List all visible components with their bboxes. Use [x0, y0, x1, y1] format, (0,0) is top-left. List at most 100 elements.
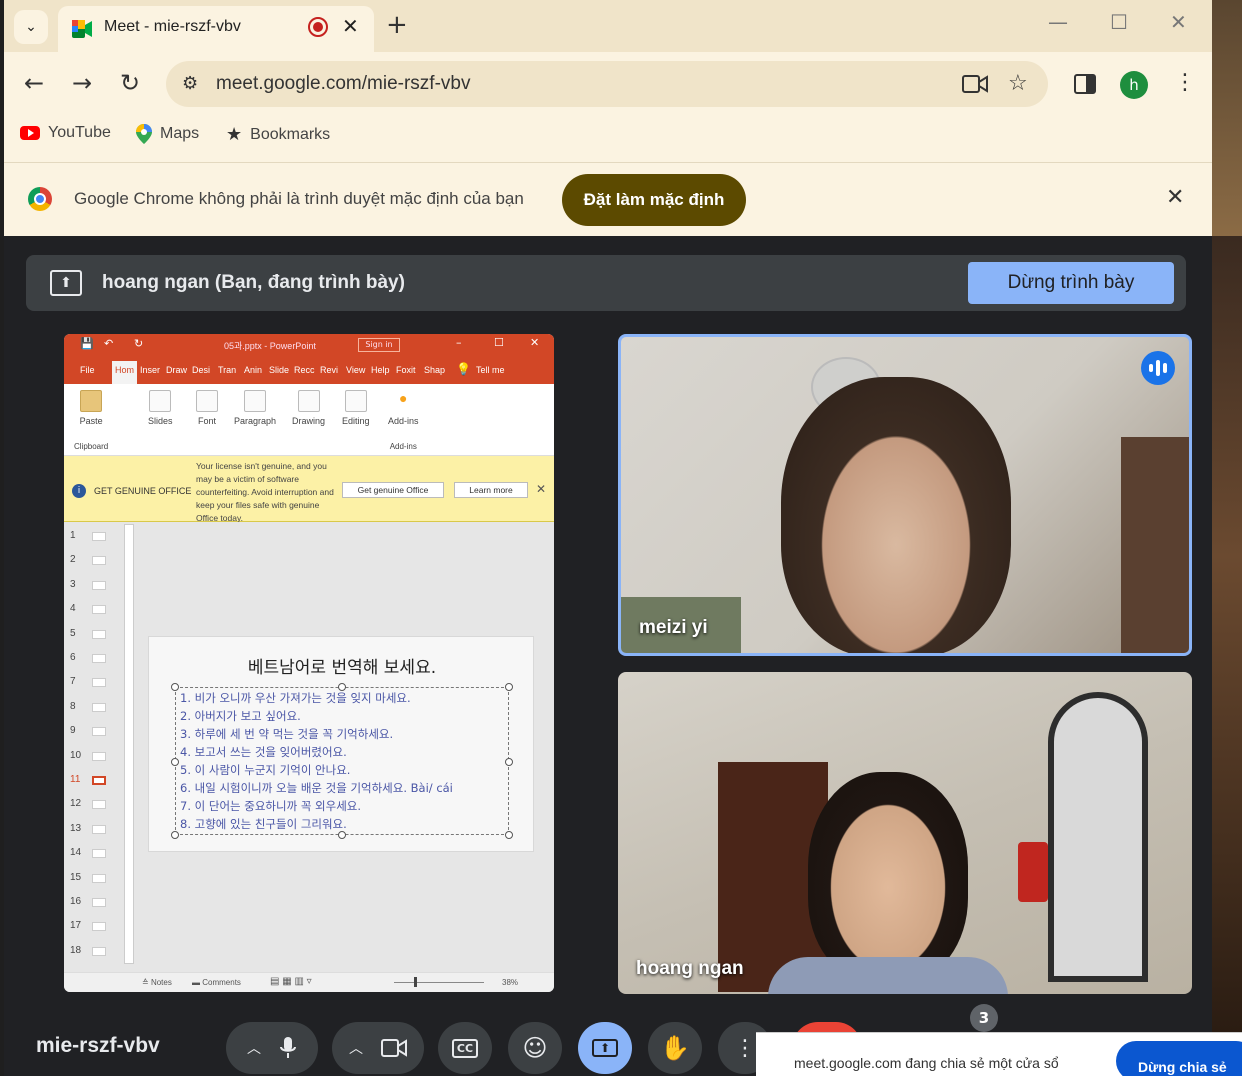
zoom-level: 38% [502, 978, 519, 987]
slide-thumbnail-preview [92, 605, 106, 615]
minimize-icon[interactable]: — [1048, 10, 1068, 34]
close-tab-icon[interactable]: ✕ [342, 14, 359, 38]
bookmark-youtube[interactable]: YouTube [20, 124, 111, 142]
get-genuine-button: Get genuine Office [342, 482, 444, 498]
presenting-text: hoang ngan (Bạn, đang trình bày) [102, 272, 405, 293]
add-ins-icon: ● [399, 390, 408, 406]
new-tab-button[interactable]: + [386, 10, 408, 40]
door [1121, 437, 1189, 653]
slide-text-line: 4. 보고서 쓰는 것을 잊어버렸어요. [180, 745, 347, 759]
star-icon: ★ [226, 124, 243, 144]
slide-thumbnail-preview [92, 751, 106, 761]
drawing-icon [297, 390, 320, 412]
ppt-ribbon-tabs: File Hom Inser Draw Desi Tran Anin Slide… [64, 356, 554, 384]
slide-number: 18 [70, 944, 82, 956]
slide-text-line: 1. 비가 오니까 우산 가져가는 것을 잊지 마세요. [180, 691, 411, 705]
slide-text-line: 2. 아버지가 보고 싶어요. [180, 709, 301, 723]
close-infobar-icon[interactable]: ✕ [1166, 185, 1184, 210]
microphone-control[interactable]: ︿ [226, 1022, 318, 1074]
slide-number: 14 [70, 847, 82, 859]
ppt-tab: Tran [218, 365, 237, 375]
slide-textbox: 1. 비가 오니까 우산 가져가는 것을 잊지 마세요. 2. 아버지가 보고 싶… [171, 683, 513, 839]
paste-icon [80, 390, 103, 412]
bookmark-folder[interactable]: ★ Bookmarks [226, 124, 330, 145]
toolbar: ← → ↻ ⚙ meet.google.com/mie-rszf-vbv ☆ h… [4, 52, 1212, 114]
ppt-title-bar: 💾 ↶ ↻ 05과.pptx - PowerPoint Sign in – ☐ … [64, 334, 554, 356]
font-icon [196, 390, 218, 412]
ribbon-label: Slides [148, 416, 173, 426]
present-now-button[interactable]: ⬆ [578, 1022, 632, 1074]
bookmark-star-icon[interactable]: ☆ [1008, 71, 1028, 96]
slide-text-line: 8. 고향에 있는 친구들이 그리워요. [180, 817, 347, 831]
participant-tile-meizi-yi[interactable]: meizi yi [618, 334, 1192, 656]
undo-icon: ↶ [104, 337, 114, 350]
ppt-workspace: 1 2 3 4 5 6 7 8 9 10 11 12 13 14 15 16 17 18 베트남어로 번역해 보세… [64, 522, 554, 972]
warning-close-icon: ✕ [536, 482, 547, 496]
back-arrow-icon[interactable]: ← [24, 70, 44, 96]
bookmark-maps[interactable]: Maps [136, 124, 199, 144]
ppt-tab: View [346, 365, 366, 375]
slide-thumbnail-preview [92, 824, 106, 834]
tab-search-button[interactable]: ⌄ [14, 10, 48, 44]
meeting-code: mie-rszf-vbv [36, 1034, 160, 1057]
slide-thumbnail-preview [92, 727, 106, 737]
microphone-icon[interactable] [279, 1036, 297, 1060]
chrome-logo-icon [28, 187, 52, 211]
ppt-tab: Slide [269, 365, 290, 375]
red-bag [1018, 842, 1048, 902]
slide-thumbnail: 13 [70, 823, 106, 834]
resize-handle [505, 831, 513, 839]
ppt-tab: Draw [166, 365, 188, 375]
participant-tile-hoang-ngan[interactable]: hoang ngan [618, 672, 1192, 994]
chevron-up-icon[interactable]: ︿ [247, 1038, 261, 1058]
slide-thumbnail-preview [92, 654, 106, 663]
more-vertical-icon: ⋮ [734, 1035, 756, 1061]
stop-presenting-button[interactable]: Dừng trình bày [968, 262, 1174, 304]
bookmark-label: YouTube [48, 124, 111, 141]
ppt-tab: File [80, 365, 95, 375]
infobar-message: Google Chrome không phải là trình duyệt … [74, 189, 524, 208]
tab-meet[interactable]: Meet - mie-rszf-vbv ✕ [58, 6, 374, 52]
close-window-icon[interactable]: ✕ [1170, 10, 1187, 34]
ribbon-label: Add-ins [388, 416, 419, 426]
slide-thumbnail: 11 [70, 774, 106, 785]
default-browser-infobar: Google Chrome không phải là trình duyệt … [4, 162, 1212, 236]
set-default-button[interactable]: Đặt làm mặc định [562, 174, 746, 226]
captions-button[interactable]: CC [438, 1022, 492, 1074]
slide-thumbnail: 7 [70, 676, 106, 688]
more-menu-icon[interactable]: ⋮ [1174, 70, 1196, 95]
camera-icon[interactable] [381, 1038, 407, 1058]
address-bar[interactable]: ⚙ meet.google.com/mie-rszf-vbv ☆ [166, 61, 1048, 107]
ppt-close-icon: ✕ [530, 336, 540, 349]
youtube-icon [20, 126, 40, 140]
reactions-button[interactable]: ☺ [508, 1022, 562, 1074]
camera-control[interactable]: ︿ [332, 1022, 424, 1074]
slide-title: 베트남어로 번역해 보세요. [247, 658, 437, 678]
paragraph-icon [244, 390, 267, 412]
side-panel-icon[interactable] [1074, 74, 1096, 94]
slide-thumbnail: 2 [70, 554, 106, 566]
forward-arrow-icon[interactable]: → [72, 70, 92, 96]
chevron-up-icon[interactable]: ︿ [349, 1038, 363, 1058]
slide-thumbnail-preview [92, 556, 106, 566]
slide-thumbnail-preview [92, 849, 106, 859]
maximize-icon[interactable]: ☐ [1110, 10, 1128, 34]
stop-sharing-button[interactable]: Dừng chia sẻ [1116, 1041, 1242, 1076]
resize-handle [338, 831, 346, 839]
slide-thumbnail: 12 [70, 798, 106, 810]
slide-thumbnail-preview [92, 629, 106, 639]
camera-in-use-icon[interactable] [962, 74, 988, 94]
profile-avatar[interactable]: h [1120, 71, 1148, 99]
participant-count-badge: 3 [970, 1004, 998, 1032]
reload-icon[interactable]: ↻ [120, 70, 140, 96]
ribbon-paste: Paste Clipboard [74, 390, 108, 451]
lightbulb-icon: 💡 [456, 362, 471, 376]
site-info-icon[interactable]: ⚙ [182, 73, 198, 94]
slide-thumbnail: 1 [70, 530, 106, 541]
slide-thumbnail: 6 [70, 652, 106, 663]
ribbon-add-ins: ● Add-ins Add-ins [388, 390, 419, 451]
hand-icon: ✋ [660, 1034, 690, 1062]
slide-thumbnail-preview [92, 580, 106, 590]
raise-hand-button[interactable]: ✋ [648, 1022, 702, 1074]
share-notice-text: meet.google.com đang chia sẻ một cửa sổ [794, 1055, 1059, 1071]
